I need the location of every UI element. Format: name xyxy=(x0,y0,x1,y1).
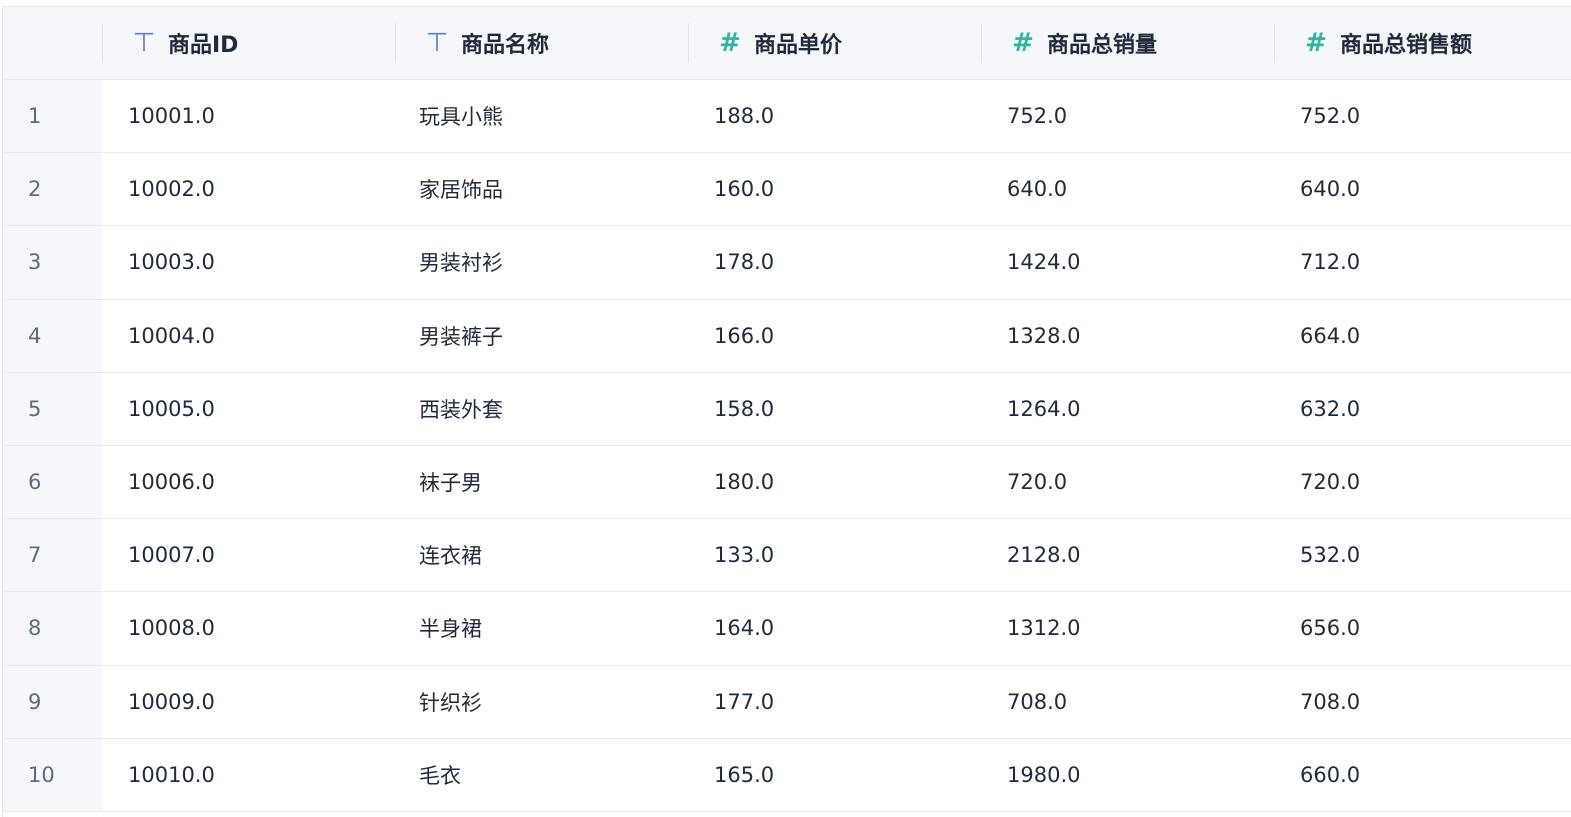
cell-product-name[interactable]: 男装衬衫 xyxy=(395,226,688,298)
cell-product-id[interactable]: 10004.0 xyxy=(102,300,395,372)
table-row[interactable]: 9 10009.0 针织衫 177.0 708.0 708.0 xyxy=(3,665,1571,739)
data-table: ⊤ 商品ID ⊤ 商品名称 # 商品单价 # 商品总销量 # 商品总销售额 11… xyxy=(2,6,1571,817)
cell-product-name[interactable]: 袜子男 xyxy=(395,446,688,518)
cell-total-quantity[interactable]: 752.0 xyxy=(981,80,1274,152)
row-index: 1 xyxy=(3,80,102,153)
cell-product-id[interactable]: 10005.0 xyxy=(102,373,395,445)
cell-product-name[interactable]: 针织衫 xyxy=(395,666,688,738)
cell-total-quantity[interactable]: 640.0 xyxy=(981,153,1274,225)
text-type-icon: ⊤ xyxy=(425,28,449,58)
table-row[interactable]: 5 10005.0 西装外套 158.0 1264.0 632.0 xyxy=(3,372,1571,446)
column-header-product-id[interactable]: ⊤ 商品ID xyxy=(102,7,395,79)
column-header-unit-price[interactable]: # 商品单价 xyxy=(688,7,981,79)
cell-product-id[interactable]: 10008.0 xyxy=(102,592,395,664)
cell-product-name[interactable]: 男装裤子 xyxy=(395,300,688,372)
cell-total-sales[interactable]: 640.0 xyxy=(1274,153,1569,225)
row-index: 6 xyxy=(3,445,102,519)
cell-unit-price[interactable]: 164.0 xyxy=(688,592,981,664)
table-row[interactable]: 10 10010.0 毛衣 165.0 1980.0 660.0 xyxy=(3,738,1571,812)
cell-unit-price[interactable]: 178.0 xyxy=(688,226,981,298)
row-index-header xyxy=(3,7,102,79)
cell-product-id[interactable]: 10002.0 xyxy=(102,153,395,225)
row-index: 4 xyxy=(3,299,102,372)
table-row[interactable]: 3 10003.0 男装衬衫 178.0 1424.0 712.0 xyxy=(3,226,1571,300)
cell-product-id[interactable]: 10006.0 xyxy=(102,446,395,518)
table-header-row: ⊤ 商品ID ⊤ 商品名称 # 商品单价 # 商品总销量 # 商品总销售额 xyxy=(3,7,1571,80)
cell-total-quantity[interactable]: 708.0 xyxy=(981,666,1274,738)
column-header-product-name[interactable]: ⊤ 商品名称 xyxy=(395,7,688,79)
number-type-icon: # xyxy=(1012,28,1034,58)
cell-total-quantity[interactable]: 1980.0 xyxy=(981,739,1274,811)
cell-product-id[interactable]: 10007.0 xyxy=(102,519,395,591)
cell-total-sales[interactable]: 532.0 xyxy=(1274,519,1569,591)
cell-total-sales[interactable]: 660.0 xyxy=(1274,739,1569,811)
column-header-total-sales[interactable]: # 商品总销售额 xyxy=(1274,7,1569,79)
text-type-icon: ⊤ xyxy=(132,28,156,58)
column-header-label: 商品总销售额 xyxy=(1340,33,1473,58)
cell-total-sales[interactable]: 656.0 xyxy=(1274,592,1569,664)
table-body: 1 10001.0 玩具小熊 188.0 752.0 752.0 2 10002.0 家居饰品 1… xyxy=(3,80,1571,812)
cell-product-id[interactable]: 10010.0 xyxy=(102,739,395,811)
cell-total-sales[interactable]: 632.0 xyxy=(1274,373,1569,445)
table-row[interactable]: 1 10001.0 玩具小熊 188.0 752.0 752.0 xyxy=(3,80,1571,154)
cell-product-name[interactable]: 西装外套 xyxy=(395,373,688,445)
row-index: 3 xyxy=(3,226,102,299)
cell-unit-price[interactable]: 180.0 xyxy=(688,446,981,518)
table-row[interactable]: 8 10008.0 半身裙 164.0 1312.0 656.0 xyxy=(3,592,1571,666)
cell-product-id[interactable]: 10001.0 xyxy=(102,80,395,152)
column-header-label: 商品总销量 xyxy=(1047,33,1158,58)
cell-total-quantity[interactable]: 1312.0 xyxy=(981,592,1274,664)
cell-unit-price[interactable]: 158.0 xyxy=(688,373,981,445)
cell-total-quantity[interactable]: 1264.0 xyxy=(981,373,1274,445)
cell-total-sales[interactable]: 712.0 xyxy=(1274,226,1569,298)
cell-unit-price[interactable]: 160.0 xyxy=(688,153,981,225)
cell-total-sales[interactable]: 720.0 xyxy=(1274,446,1569,518)
cell-product-id[interactable]: 10003.0 xyxy=(102,226,395,298)
cell-total-quantity[interactable]: 1424.0 xyxy=(981,226,1274,298)
cell-product-name[interactable]: 玩具小熊 xyxy=(395,80,688,152)
cell-total-quantity[interactable]: 1328.0 xyxy=(981,300,1274,372)
table-row[interactable]: 7 10007.0 连衣裙 133.0 2128.0 532.0 xyxy=(3,519,1571,593)
cell-unit-price[interactable]: 188.0 xyxy=(688,80,981,152)
row-index: 8 xyxy=(3,592,102,665)
cell-total-sales[interactable]: 752.0 xyxy=(1274,80,1569,152)
cell-product-id[interactable]: 10009.0 xyxy=(102,666,395,738)
cell-unit-price[interactable]: 133.0 xyxy=(688,519,981,591)
table-row[interactable]: 6 10006.0 袜子男 180.0 720.0 720.0 xyxy=(3,445,1571,520)
column-header-label: 商品名称 xyxy=(461,33,550,58)
column-header-label: 商品单价 xyxy=(754,33,843,58)
row-index: 9 xyxy=(3,665,102,738)
row-index: 5 xyxy=(3,372,102,445)
cell-total-sales[interactable]: 708.0 xyxy=(1274,666,1569,738)
row-index: 7 xyxy=(3,519,102,592)
cell-total-quantity[interactable]: 720.0 xyxy=(981,446,1274,518)
cell-unit-price[interactable]: 177.0 xyxy=(688,666,981,738)
cell-product-name[interactable]: 连衣裙 xyxy=(395,519,688,591)
row-index: 2 xyxy=(3,153,102,226)
table-row[interactable]: 2 10002.0 家居饰品 160.0 640.0 640.0 xyxy=(3,153,1571,227)
cell-total-quantity[interactable]: 2128.0 xyxy=(981,519,1274,591)
cell-unit-price[interactable]: 166.0 xyxy=(688,300,981,372)
row-index: 10 xyxy=(3,738,102,811)
column-header-label: 商品ID xyxy=(168,33,239,58)
cell-total-sales[interactable]: 664.0 xyxy=(1274,300,1569,372)
cell-unit-price[interactable]: 165.0 xyxy=(688,739,981,811)
column-header-total-quantity[interactable]: # 商品总销量 xyxy=(981,7,1274,79)
table-row[interactable]: 4 10004.0 男装裤子 166.0 1328.0 664.0 xyxy=(3,299,1571,373)
number-type-icon: # xyxy=(719,28,741,58)
number-type-icon: # xyxy=(1305,28,1327,58)
cell-product-name[interactable]: 半身裙 xyxy=(395,592,688,664)
cell-product-name[interactable]: 毛衣 xyxy=(395,739,688,811)
cell-product-name[interactable]: 家居饰品 xyxy=(395,153,688,225)
